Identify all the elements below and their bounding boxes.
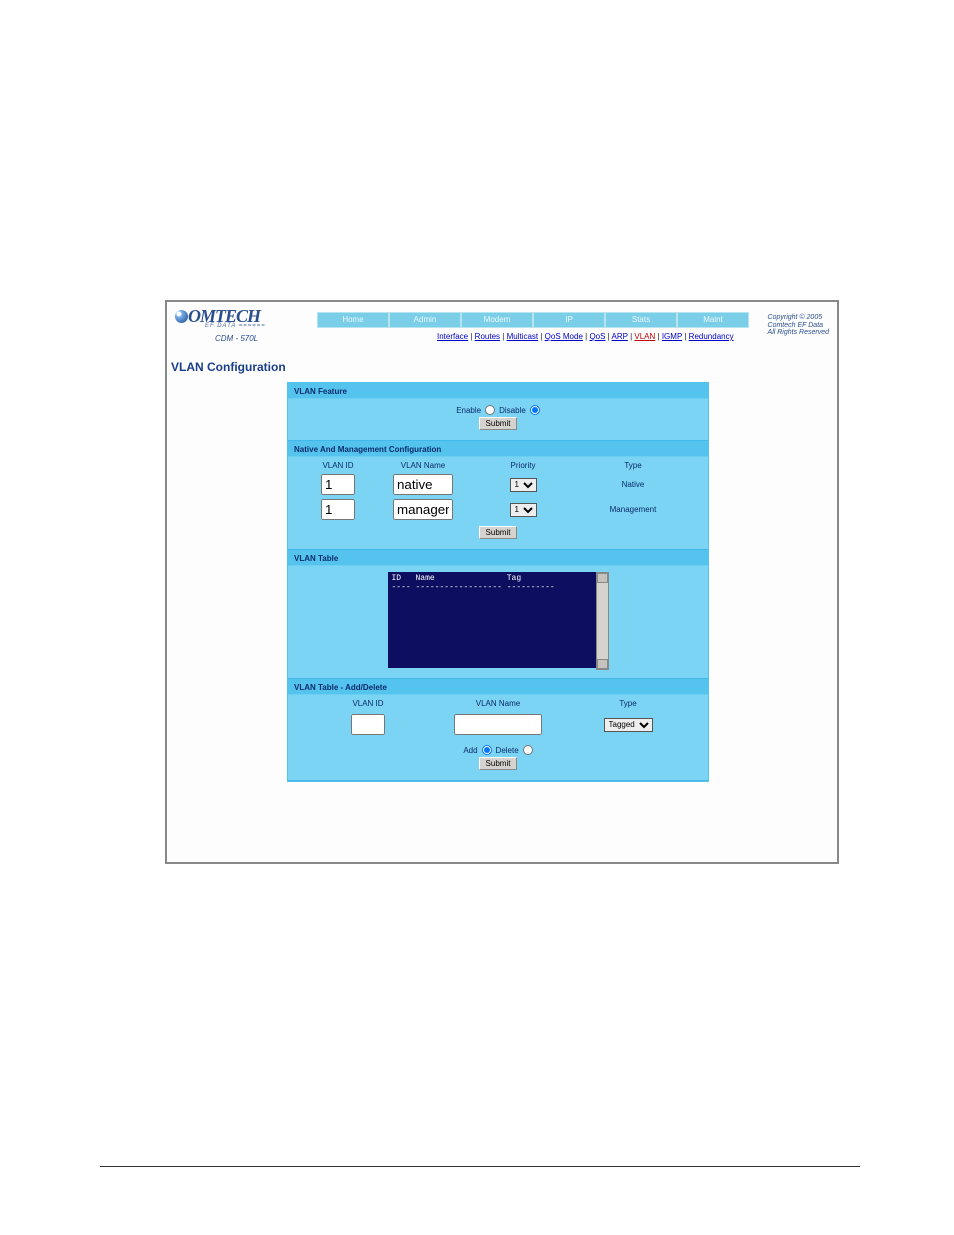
native-row0-priority[interactable]: 1 <box>510 478 537 492</box>
adddel-name-input[interactable] <box>454 714 542 735</box>
section-adddel-body: VLAN ID VLAN Name Type Tagged Add Delete <box>288 694 708 781</box>
native-row1-id[interactable] <box>321 499 355 520</box>
delete-radio[interactable] <box>523 745 533 755</box>
vlan-table-listbox[interactable]: ID Name Tag ---- ------------------ ----… <box>388 572 596 668</box>
native-row0-type: Native <box>573 480 693 489</box>
subnav-redundancy[interactable]: Redundancy <box>689 332 734 341</box>
subnav-qos[interactable]: QoS <box>589 332 605 341</box>
section-feature-title: VLAN Feature <box>288 383 708 398</box>
adddel-hdr-name: VLAN Name <box>433 699 563 708</box>
hdr-vlan-name: VLAN Name <box>373 461 473 470</box>
add-radio[interactable] <box>482 745 492 755</box>
brand-model: CDM - 570L <box>215 334 258 343</box>
adddel-type-select[interactable]: Tagged <box>604 718 653 732</box>
enable-label: Enable <box>456 406 481 415</box>
native-row0-name[interactable] <box>393 474 453 495</box>
disable-radio[interactable] <box>530 405 540 415</box>
globe-icon <box>175 310 188 323</box>
delete-label: Delete <box>496 746 519 755</box>
vlan-table-scrollbar[interactable] <box>596 572 609 670</box>
copyright-line1: Copyright © 2005 <box>768 314 823 321</box>
main-panel: VLAN Feature Enable Disable Submit Nativ… <box>287 382 709 782</box>
copyright: Copyright © 2005 Comtech EF Data All Rig… <box>768 314 829 337</box>
adddel-hdr-id: VLAN ID <box>303 699 433 708</box>
copyright-line2: Comtech EF Data <box>768 322 824 329</box>
header-bar: OMTECH EF DATA ====== CDM - 570L Home Ad… <box>167 302 837 342</box>
section-feature-body: Enable Disable Submit <box>288 398 708 441</box>
native-row1-name[interactable] <box>393 499 453 520</box>
nav-modem[interactable]: Modem <box>461 312 533 328</box>
disable-label: Disable <box>499 406 526 415</box>
subnav-interface[interactable]: Interface <box>437 332 468 341</box>
subnav-multicast[interactable]: Multicast <box>507 332 539 341</box>
subnav-vlan[interactable]: VLAN <box>634 332 655 341</box>
nav-admin[interactable]: Admin <box>389 312 461 328</box>
hdr-type: Type <box>573 461 693 470</box>
adddel-submit-button[interactable]: Submit <box>479 757 518 770</box>
page-title: VLAN Configuration <box>171 360 286 374</box>
section-table-title: VLAN Table <box>288 550 708 565</box>
subnav-routes[interactable]: Routes <box>475 332 500 341</box>
section-adddel-title: VLAN Table - Add/Delete <box>288 679 708 694</box>
nav-ip[interactable]: IP <box>533 312 605 328</box>
adddel-hdr-type: Type <box>563 699 693 708</box>
section-native-body: VLAN ID VLAN Name Priority Type 1 Native… <box>288 456 708 550</box>
nav-stats[interactable]: Stats <box>605 312 677 328</box>
add-label: Add <box>463 746 477 755</box>
section-table-body: ID Name Tag ---- ------------------ ----… <box>288 565 708 679</box>
subnav: Interface | Routes | Multicast | QoS Mod… <box>437 332 734 341</box>
subnav-arp[interactable]: ARP <box>612 332 628 341</box>
subnav-igmp[interactable]: IGMP <box>662 332 682 341</box>
copyright-line3: All Rights Reserved <box>768 329 829 336</box>
adddel-id-input[interactable] <box>351 714 385 735</box>
hdr-priority: Priority <box>473 461 573 470</box>
section-native-title: Native And Management Configuration <box>288 441 708 456</box>
hdr-vlan-id: VLAN ID <box>303 461 373 470</box>
subnav-qosmode[interactable]: QoS Mode <box>545 332 583 341</box>
nav-tabs: Home Admin Modem IP Stats Maint <box>317 312 749 328</box>
nav-maint[interactable]: Maint <box>677 312 749 328</box>
enable-radio[interactable] <box>485 405 495 415</box>
native-submit-button[interactable]: Submit <box>479 526 518 539</box>
native-row1-priority[interactable]: 1 <box>510 503 537 517</box>
feature-submit-button[interactable]: Submit <box>479 417 518 430</box>
native-row0-id[interactable] <box>321 474 355 495</box>
nav-home[interactable]: Home <box>317 312 389 328</box>
brand-subtext1: EF DATA ====== <box>205 323 266 329</box>
native-row1-type: Management <box>573 505 693 514</box>
page-rule <box>100 1166 860 1167</box>
